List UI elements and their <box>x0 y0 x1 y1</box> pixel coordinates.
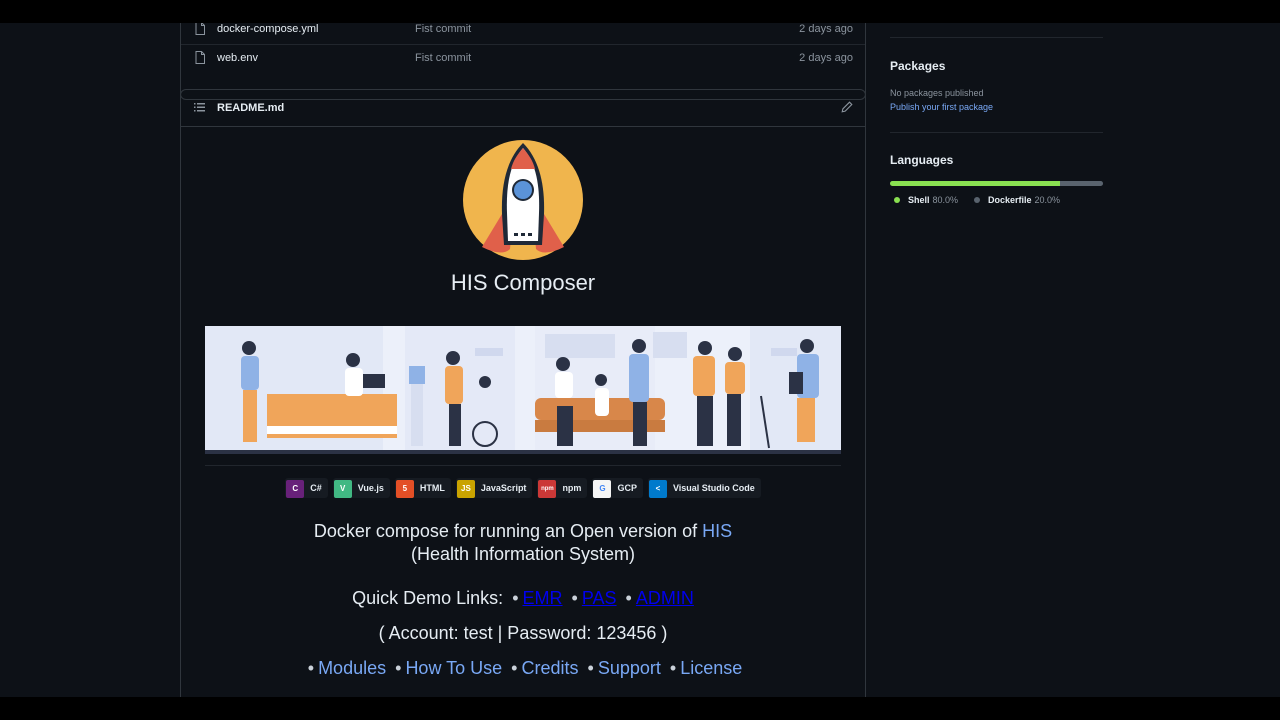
file-name[interactable]: docker-compose.yml <box>217 23 318 35</box>
language-bar-dockerfile <box>1060 181 1103 186</box>
divider <box>205 465 841 466</box>
shell-dot-icon <box>894 197 900 203</box>
file-name[interactable]: web.env <box>217 52 258 64</box>
file-row[interactable]: docker-compose.yml Fist commit 2 days ag… <box>181 23 865 44</box>
badge-vuejs[interactable]: V Vue.js <box>332 478 390 498</box>
divider <box>890 37 1103 38</box>
divider <box>890 132 1103 133</box>
demo-account-info: ( Account: test | Password: 123456 ) <box>378 623 668 643</box>
vscode-icon: < <box>648 479 667 498</box>
gcp-icon: G <box>593 479 612 498</box>
repo-page: docker-compose.yml Fist commit 2 days ag… <box>0 23 1280 697</box>
project-title: HIS Composer <box>450 270 596 295</box>
list-icon[interactable] <box>194 103 205 112</box>
language-item-dockerfile[interactable]: Dockerfile 20.0% <box>974 195 1060 205</box>
badge-npm[interactable]: npm npm <box>537 478 588 498</box>
languages-heading: Languages <box>890 153 954 167</box>
admin-link[interactable]: ADMIN <box>636 588 694 608</box>
modules-link[interactable]: Modules <box>318 658 386 678</box>
packages-heading[interactable]: Packages <box>890 59 945 73</box>
html5-icon: 5 <box>395 479 414 498</box>
license-link[interactable]: License <box>680 658 742 678</box>
emr-link[interactable]: EMR <box>523 588 563 608</box>
commit-message[interactable]: Fist commit <box>415 52 471 64</box>
quick-demo-links: Quick Demo Links: • EMR • PAS • ADMIN <box>352 588 694 608</box>
language-bar-shell <box>890 181 1061 186</box>
badge-gcp[interactable]: G GCP <box>592 478 643 498</box>
rocket-logo-icon <box>463 140 583 260</box>
hospital-banner-image <box>205 326 841 454</box>
file-row[interactable]: web.env Fist commit 2 days ago <box>181 44 865 72</box>
badge-javascript[interactable]: JS JavaScript <box>455 478 533 498</box>
file-icon <box>195 51 205 64</box>
commit-date: 2 days ago <box>799 23 853 35</box>
language-bar <box>890 181 1103 186</box>
vue-icon: V <box>333 479 352 498</box>
badge-csharp[interactable]: C C# <box>285 478 328 498</box>
badge-html[interactable]: 5 HTML <box>394 478 451 498</box>
how-to-use-link[interactable]: How To Use <box>405 658 502 678</box>
his-link[interactable]: HIS <box>702 521 732 541</box>
readme-header: README.md <box>181 90 865 127</box>
credits-link[interactable]: Credits <box>521 658 578 678</box>
readme-title[interactable]: README.md <box>217 102 284 114</box>
csharp-icon: C <box>286 479 305 498</box>
pas-link[interactable]: PAS <box>582 588 617 608</box>
publish-package-link[interactable]: Publish your first package <box>890 102 993 112</box>
commit-date: 2 days ago <box>799 52 853 64</box>
language-item-shell[interactable]: Shell 80.0% <box>894 195 958 205</box>
npm-icon: npm <box>538 479 557 498</box>
project-description: Docker compose for running an Open versi… <box>313 521 733 564</box>
readme-panel: README.md HIS Composer C C# V Vue.js 5 H… <box>180 89 866 697</box>
tech-badges: C C# V Vue.js 5 HTML JS JavaScript npm npm GG… <box>181 478 865 498</box>
file-icon <box>195 23 205 35</box>
commit-message[interactable]: Fist commit <box>415 23 471 35</box>
readme-nav-links: • Modules • How To Use • Credits • Support •… <box>307 658 743 678</box>
dockerfile-dot-icon <box>974 197 980 203</box>
support-link[interactable]: Support <box>598 658 661 678</box>
pencil-icon[interactable] <box>841 101 853 113</box>
packages-empty-text: No packages published <box>890 88 984 98</box>
javascript-icon: JS <box>456 479 475 498</box>
badge-vscode[interactable]: < Visual Studio Code <box>647 478 761 498</box>
